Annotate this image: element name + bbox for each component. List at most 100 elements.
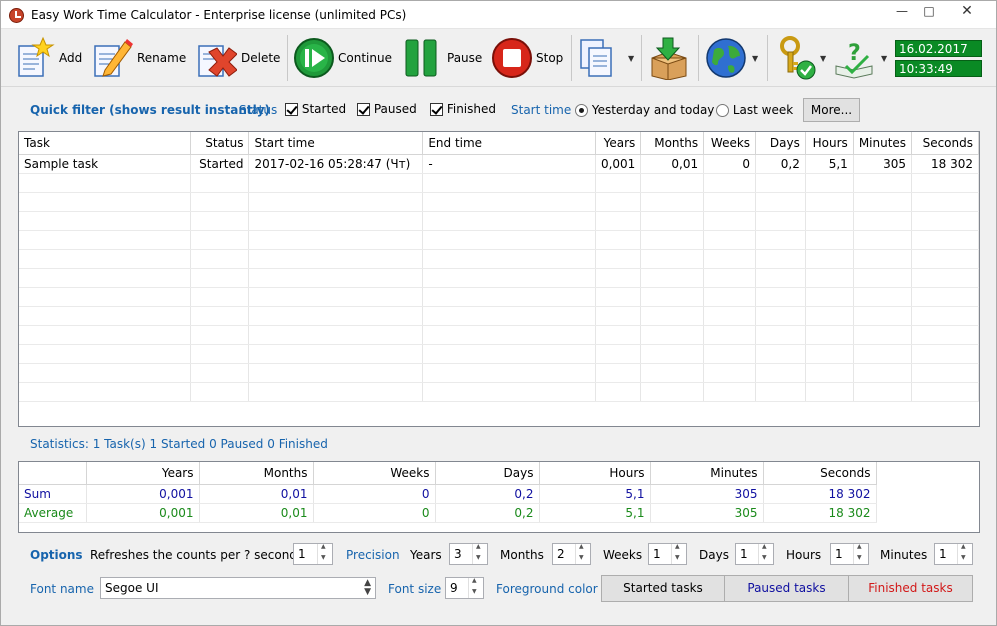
weeks-precision-stepper[interactable]: 1 [648, 543, 687, 565]
stop-button[interactable]: Stop [490, 29, 563, 87]
empty-cell [805, 211, 854, 231]
license-button[interactable] [774, 29, 816, 87]
empty-cell [911, 249, 979, 269]
empty-cell [703, 287, 757, 307]
months-precision-stepper[interactable]: 2 [552, 543, 591, 565]
col-header-months[interactable]: Months [640, 132, 705, 155]
empty-row [19, 306, 979, 326]
col-header-hours[interactable]: Hours [805, 132, 854, 155]
months-precision-value: 2 [557, 547, 565, 561]
documents-icon [580, 39, 612, 77]
maximize-button[interactable]: □ [914, 1, 944, 21]
stepper-arrows-icon[interactable] [957, 543, 972, 564]
col-header-seconds[interactable]: Seconds [911, 132, 979, 155]
paused-tasks-color-button[interactable]: Paused tasks [724, 575, 849, 602]
empty-cell [853, 249, 913, 269]
empty-cell [703, 249, 757, 269]
empty-cell [703, 192, 757, 212]
table-cell: 305 [650, 484, 764, 504]
pause-icon [405, 39, 437, 77]
empty-cell [595, 363, 642, 383]
weeks-precision-label: Weeks [603, 548, 643, 562]
finished-checkbox[interactable]: Finished [430, 102, 496, 116]
empty-cell [19, 344, 191, 364]
empty-cell [805, 363, 854, 383]
empty-cell [640, 325, 705, 345]
documents-menu-button[interactable] [577, 29, 619, 87]
minimize-button[interactable]: — [887, 1, 917, 21]
close-button[interactable]: ✕ [952, 1, 982, 21]
col-header-minutes[interactable]: Minutes [853, 132, 913, 155]
toolbar-separator [287, 35, 288, 81]
empty-row [19, 325, 979, 345]
days-precision-stepper[interactable]: 1 [735, 543, 774, 565]
stepper-arrows-icon[interactable] [671, 543, 686, 564]
refresh-stepper[interactable]: 1 [293, 543, 333, 565]
stepper-arrows-icon[interactable] [468, 577, 483, 598]
help-button[interactable]: ? [834, 29, 876, 87]
last-week-radio[interactable]: Last week [716, 103, 793, 117]
col-header-days[interactable]: Days [755, 132, 806, 155]
title-bar: Easy Work Time Calculator - Enterprise l… [1, 1, 996, 29]
stepper-arrows-icon[interactable] [472, 543, 487, 564]
finished-tasks-color-button[interactable]: Finished tasks [848, 575, 973, 602]
col-header-end-time[interactable]: End time [422, 132, 596, 155]
empty-cell [755, 382, 806, 402]
stepper-arrows-icon[interactable] [758, 543, 773, 564]
stepper-arrows-icon[interactable] [853, 543, 868, 564]
delete-button[interactable]: Delete [195, 29, 280, 87]
font-name-select[interactable]: Segoe UI ▲ ▼ [100, 577, 376, 599]
years-precision-label: Years [410, 548, 442, 562]
empty-cell [595, 268, 642, 288]
chevron-down-icon[interactable]: ▼ [752, 54, 758, 63]
options-title: Options [30, 548, 83, 562]
stepper-arrows-icon[interactable] [317, 543, 332, 564]
toolbar-separator [767, 35, 768, 81]
empty-cell [190, 287, 250, 307]
chevron-down-icon[interactable]: ▼ [628, 54, 634, 63]
col-header-task[interactable]: Task [19, 132, 191, 155]
empty-cell [248, 287, 424, 307]
yesterday-today-radio[interactable]: Yesterday and today [575, 103, 714, 117]
empty-cell [19, 230, 191, 250]
table-cell: 0,001 [595, 154, 642, 174]
import-button[interactable] [648, 29, 690, 87]
empty-cell [190, 211, 250, 231]
stepper-arrows-icon[interactable] [575, 543, 590, 564]
col-header-start-time[interactable]: Start time [248, 132, 424, 155]
language-button[interactable] [704, 29, 746, 87]
hours-precision-stepper[interactable]: 1 [830, 543, 869, 565]
chevron-down-icon[interactable]: ▼ [820, 54, 826, 63]
years-precision-stepper[interactable]: 3 [449, 543, 488, 565]
minutes-precision-stepper[interactable]: 1 [934, 543, 973, 565]
pause-button[interactable]: Pause [401, 29, 482, 87]
empty-cell [853, 363, 913, 383]
col-header-weeks[interactable]: Weeks [703, 132, 757, 155]
empty-cell [595, 325, 642, 345]
chevron-down-icon[interactable]: ▼ [881, 54, 887, 63]
font-size-value: 9 [450, 581, 458, 595]
months-precision-label: Months [500, 548, 544, 562]
empty-cell [755, 268, 806, 288]
tasks-grid[interactable]: Task Status Start time End time Years Mo… [18, 131, 980, 427]
col-header-status[interactable]: Status [190, 132, 250, 155]
empty-cell [853, 325, 913, 345]
add-button[interactable]: Add [13, 29, 82, 87]
font-size-stepper[interactable]: 9 [445, 577, 484, 599]
rename-button[interactable]: Rename [91, 29, 186, 87]
started-tasks-color-button[interactable]: Started tasks [601, 575, 725, 602]
col-header-years[interactable]: Years [595, 132, 642, 155]
empty-cell [248, 344, 424, 364]
continue-button[interactable]: Continue [292, 29, 392, 87]
started-checkbox[interactable]: Started [285, 102, 346, 116]
more-filters-button[interactable]: More... [803, 98, 860, 122]
paused-checkbox[interactable]: Paused [357, 102, 417, 116]
table-row[interactable]: Sample task Started 2017-02-16 05:28:47 … [19, 154, 979, 174]
quick-filter-title: Quick filter (shows result instantly) [30, 103, 271, 117]
days-precision-value: 1 [740, 547, 748, 561]
statistics-grid[interactable]: Years Months Weeks Days Hours Minutes Se… [18, 461, 980, 533]
empty-cell [853, 230, 913, 250]
package-download-icon [651, 37, 687, 80]
empty-cell [422, 306, 596, 326]
tasks-header-row: Task Status Start time End time Years Mo… [19, 132, 979, 155]
